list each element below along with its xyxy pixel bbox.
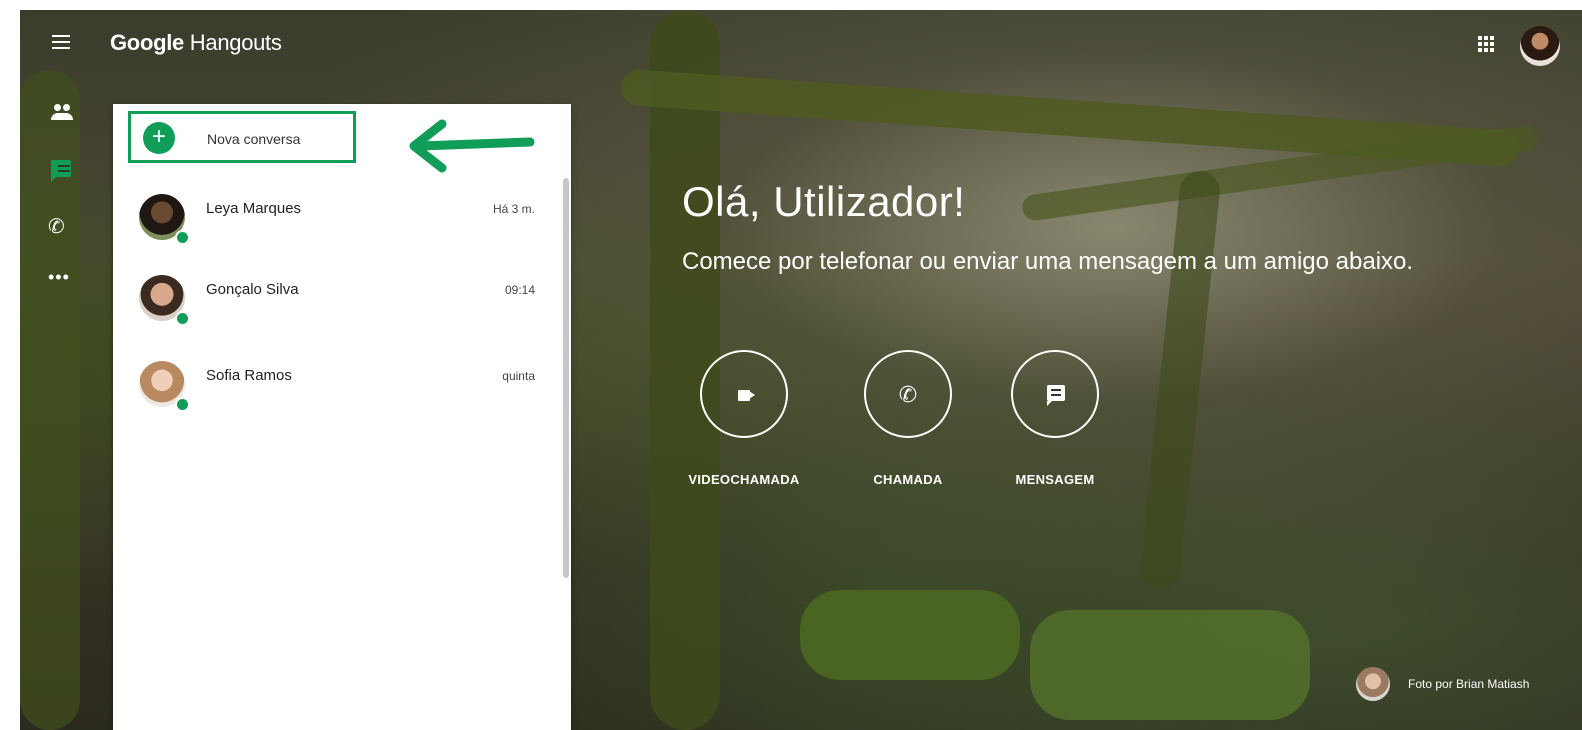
voice-call-circle: ✆ — [864, 350, 952, 438]
people-icon[interactable] — [48, 100, 78, 130]
new-conversation-label: Nova conversa — [207, 131, 301, 147]
online-status-icon — [175, 311, 190, 326]
greeting-subtitle: Comece por telefonar ou enviar uma mensa… — [682, 248, 1414, 275]
background-hanging-moss — [1138, 169, 1222, 591]
apps-grid-icon[interactable] — [1478, 36, 1494, 52]
conversation-time: quinta — [502, 369, 535, 383]
phone-icon: ✆ — [898, 382, 918, 407]
plus-icon: + — [143, 122, 175, 154]
chat-icon[interactable] — [48, 156, 78, 186]
conversation-item[interactable]: Leya Marques Há 3 m. — [113, 194, 553, 264]
app-window: Google Hangouts ✆ ••• + Nova conversa Le… — [20, 10, 1582, 730]
more-horiz-icon[interactable]: ••• — [48, 268, 78, 298]
videocam-icon — [738, 390, 755, 401]
voice-call-label: CHAMADA — [873, 472, 943, 487]
photographer-avatar — [1356, 667, 1390, 701]
conversation-time: Há 3 m. — [492, 202, 535, 216]
left-rail: ✆ ••• — [48, 100, 78, 324]
account-avatar[interactable] — [1520, 26, 1560, 66]
greeting-title: Olá, Utilizador! — [682, 178, 966, 225]
hamburger-menu-icon[interactable] — [52, 35, 70, 49]
background-mossy-rock-2 — [1030, 610, 1310, 720]
video-call-button[interactable]: VIDEOCHAMADA — [682, 350, 806, 487]
background-mossy-rock — [800, 590, 1020, 680]
video-call-circle — [700, 350, 788, 438]
conversation-item[interactable]: Sofia Ramos quinta — [113, 361, 553, 431]
panel-scrollbar[interactable] — [563, 178, 569, 578]
message-label: MENSAGEM — [1015, 472, 1095, 487]
online-status-icon — [175, 397, 190, 412]
online-status-icon — [175, 230, 190, 245]
conversation-panel: + Nova conversa Leya Marques Há 3 m. Gon… — [113, 104, 571, 730]
contact-name: Sofia Ramos — [206, 367, 292, 384]
top-bar: Google Hangouts — [20, 10, 1582, 80]
video-call-label: VIDEOCHAMADA — [688, 472, 800, 487]
photo-credit[interactable]: Foto por Brian Matiash — [1356, 666, 1529, 702]
voice-call-button[interactable]: ✆ CHAMADA — [860, 350, 956, 487]
conversation-item[interactable]: Gonçalo Silva 09:14 — [113, 275, 553, 345]
app-logo: Google Hangouts — [110, 30, 282, 56]
conversation-time: 09:14 — [504, 283, 535, 297]
photo-credit-text: Foto por Brian Matiash — [1408, 677, 1530, 691]
message-icon — [1047, 385, 1065, 406]
brand-hangouts: Hangouts — [189, 30, 282, 55]
new-conversation-button[interactable]: + Nova conversa — [128, 111, 356, 163]
annotation-arrow-icon — [409, 119, 535, 173]
message-button[interactable]: MENSAGEM — [1000, 350, 1110, 487]
message-circle — [1011, 350, 1099, 438]
brand-google: Google — [110, 30, 184, 55]
contact-name: Leya Marques — [206, 200, 302, 217]
phone-icon[interactable]: ✆ — [48, 212, 78, 242]
contact-name: Gonçalo Silva — [206, 281, 299, 298]
